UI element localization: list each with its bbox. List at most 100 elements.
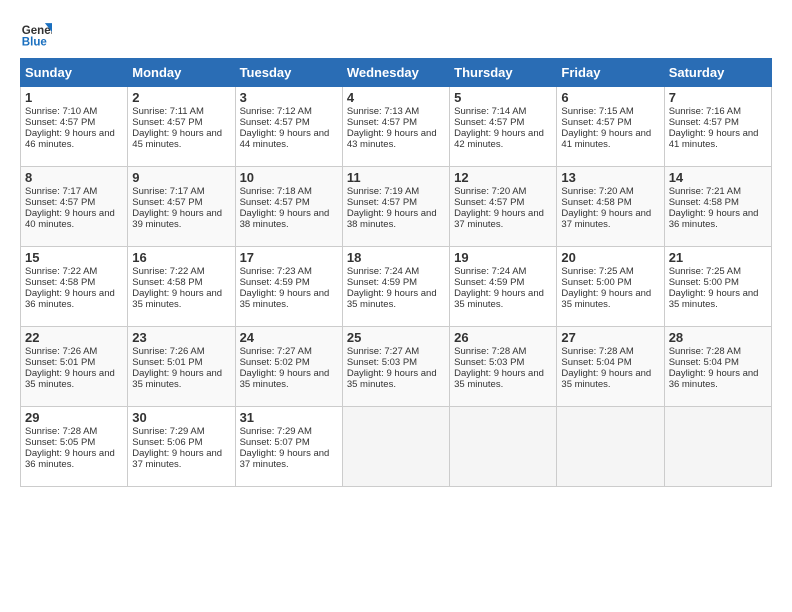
daylight-label: Daylight: 9 hours and 35 minutes. <box>240 288 330 310</box>
sunrise-time: Sunrise: 7:24 AM <box>454 266 526 277</box>
sunrise-time: Sunrise: 7:22 AM <box>25 266 97 277</box>
day-number: 25 <box>347 330 445 345</box>
daylight-label: Daylight: 9 hours and 35 minutes. <box>561 368 651 390</box>
week-row-5: 29Sunrise: 7:28 AMSunset: 5:05 PMDayligh… <box>21 407 772 487</box>
header-tuesday: Tuesday <box>235 59 342 87</box>
daylight-label: Daylight: 9 hours and 37 minutes. <box>454 208 544 230</box>
day-number: 10 <box>240 170 338 185</box>
sunset-time: Sunset: 4:57 PM <box>347 197 417 208</box>
day-number: 20 <box>561 250 659 265</box>
day-cell: 16Sunrise: 7:22 AMSunset: 4:58 PMDayligh… <box>128 247 235 327</box>
sunset-time: Sunset: 4:57 PM <box>347 117 417 128</box>
sunset-time: Sunset: 4:57 PM <box>561 117 631 128</box>
day-cell <box>664 407 771 487</box>
day-cell: 10Sunrise: 7:18 AMSunset: 4:57 PMDayligh… <box>235 167 342 247</box>
sunset-time: Sunset: 4:57 PM <box>132 197 202 208</box>
sunset-time: Sunset: 4:57 PM <box>25 197 95 208</box>
sunset-time: Sunset: 4:59 PM <box>240 277 310 288</box>
sunset-time: Sunset: 4:57 PM <box>25 117 95 128</box>
logo: General Blue <box>20 16 52 48</box>
daylight-label: Daylight: 9 hours and 45 minutes. <box>132 128 222 150</box>
day-number: 7 <box>669 90 767 105</box>
day-cell: 27Sunrise: 7:28 AMSunset: 5:04 PMDayligh… <box>557 327 664 407</box>
day-number: 23 <box>132 330 230 345</box>
day-cell: 14Sunrise: 7:21 AMSunset: 4:58 PMDayligh… <box>664 167 771 247</box>
day-number: 14 <box>669 170 767 185</box>
day-number: 3 <box>240 90 338 105</box>
sunrise-time: Sunrise: 7:17 AM <box>25 186 97 197</box>
daylight-label: Daylight: 9 hours and 36 minutes. <box>669 368 759 390</box>
day-number: 28 <box>669 330 767 345</box>
header-wednesday: Wednesday <box>342 59 449 87</box>
day-cell: 24Sunrise: 7:27 AMSunset: 5:02 PMDayligh… <box>235 327 342 407</box>
daylight-label: Daylight: 9 hours and 42 minutes. <box>454 128 544 150</box>
sunrise-time: Sunrise: 7:18 AM <box>240 186 312 197</box>
sunrise-time: Sunrise: 7:26 AM <box>25 346 97 357</box>
sunset-time: Sunset: 5:03 PM <box>454 357 524 368</box>
day-number: 4 <box>347 90 445 105</box>
sunrise-time: Sunrise: 7:17 AM <box>132 186 204 197</box>
sunset-time: Sunset: 5:01 PM <box>25 357 95 368</box>
day-number: 12 <box>454 170 552 185</box>
sunset-time: Sunset: 4:57 PM <box>240 117 310 128</box>
week-row-3: 15Sunrise: 7:22 AMSunset: 4:58 PMDayligh… <box>21 247 772 327</box>
day-cell: 17Sunrise: 7:23 AMSunset: 4:59 PMDayligh… <box>235 247 342 327</box>
sunset-time: Sunset: 5:03 PM <box>347 357 417 368</box>
sunrise-time: Sunrise: 7:26 AM <box>132 346 204 357</box>
daylight-label: Daylight: 9 hours and 37 minutes. <box>561 208 651 230</box>
daylight-label: Daylight: 9 hours and 35 minutes. <box>132 368 222 390</box>
sunset-time: Sunset: 5:00 PM <box>561 277 631 288</box>
day-number: 18 <box>347 250 445 265</box>
day-cell: 22Sunrise: 7:26 AMSunset: 5:01 PMDayligh… <box>21 327 128 407</box>
day-cell: 19Sunrise: 7:24 AMSunset: 4:59 PMDayligh… <box>450 247 557 327</box>
week-row-2: 8Sunrise: 7:17 AMSunset: 4:57 PMDaylight… <box>21 167 772 247</box>
day-cell <box>450 407 557 487</box>
header-monday: Monday <box>128 59 235 87</box>
day-cell: 26Sunrise: 7:28 AMSunset: 5:03 PMDayligh… <box>450 327 557 407</box>
sunrise-time: Sunrise: 7:25 AM <box>561 266 633 277</box>
sunset-time: Sunset: 4:59 PM <box>347 277 417 288</box>
day-cell: 31Sunrise: 7:29 AMSunset: 5:07 PMDayligh… <box>235 407 342 487</box>
sunset-time: Sunset: 4:57 PM <box>454 197 524 208</box>
sunrise-time: Sunrise: 7:12 AM <box>240 106 312 117</box>
sunset-time: Sunset: 5:05 PM <box>25 437 95 448</box>
day-cell <box>342 407 449 487</box>
sunrise-time: Sunrise: 7:29 AM <box>132 426 204 437</box>
daylight-label: Daylight: 9 hours and 41 minutes. <box>561 128 651 150</box>
day-number: 5 <box>454 90 552 105</box>
day-cell: 15Sunrise: 7:22 AMSunset: 4:58 PMDayligh… <box>21 247 128 327</box>
sunrise-time: Sunrise: 7:20 AM <box>454 186 526 197</box>
sunset-time: Sunset: 4:58 PM <box>669 197 739 208</box>
day-cell: 29Sunrise: 7:28 AMSunset: 5:05 PMDayligh… <box>21 407 128 487</box>
sunset-time: Sunset: 5:07 PM <box>240 437 310 448</box>
sunrise-time: Sunrise: 7:21 AM <box>669 186 741 197</box>
calendar-page: General Blue SundayMondayTuesdayWednesda… <box>0 0 792 497</box>
sunrise-time: Sunrise: 7:10 AM <box>25 106 97 117</box>
sunrise-time: Sunrise: 7:22 AM <box>132 266 204 277</box>
sunrise-time: Sunrise: 7:24 AM <box>347 266 419 277</box>
day-cell <box>557 407 664 487</box>
day-cell: 6Sunrise: 7:15 AMSunset: 4:57 PMDaylight… <box>557 87 664 167</box>
sunrise-time: Sunrise: 7:27 AM <box>240 346 312 357</box>
daylight-label: Daylight: 9 hours and 41 minutes. <box>669 128 759 150</box>
sunrise-time: Sunrise: 7:28 AM <box>454 346 526 357</box>
day-number: 17 <box>240 250 338 265</box>
day-cell: 2Sunrise: 7:11 AMSunset: 4:57 PMDaylight… <box>128 87 235 167</box>
day-cell: 20Sunrise: 7:25 AMSunset: 5:00 PMDayligh… <box>557 247 664 327</box>
day-cell: 21Sunrise: 7:25 AMSunset: 5:00 PMDayligh… <box>664 247 771 327</box>
day-cell: 13Sunrise: 7:20 AMSunset: 4:58 PMDayligh… <box>557 167 664 247</box>
day-number: 29 <box>25 410 123 425</box>
sunrise-time: Sunrise: 7:27 AM <box>347 346 419 357</box>
day-cell: 28Sunrise: 7:28 AMSunset: 5:04 PMDayligh… <box>664 327 771 407</box>
sunset-time: Sunset: 4:58 PM <box>561 197 631 208</box>
sunset-time: Sunset: 5:06 PM <box>132 437 202 448</box>
sunset-time: Sunset: 4:57 PM <box>132 117 202 128</box>
sunset-time: Sunset: 4:57 PM <box>669 117 739 128</box>
sunset-time: Sunset: 4:58 PM <box>25 277 95 288</box>
daylight-label: Daylight: 9 hours and 38 minutes. <box>347 208 437 230</box>
sunset-time: Sunset: 4:58 PM <box>132 277 202 288</box>
sunrise-time: Sunrise: 7:23 AM <box>240 266 312 277</box>
day-number: 8 <box>25 170 123 185</box>
day-cell: 9Sunrise: 7:17 AMSunset: 4:57 PMDaylight… <box>128 167 235 247</box>
day-number: 24 <box>240 330 338 345</box>
